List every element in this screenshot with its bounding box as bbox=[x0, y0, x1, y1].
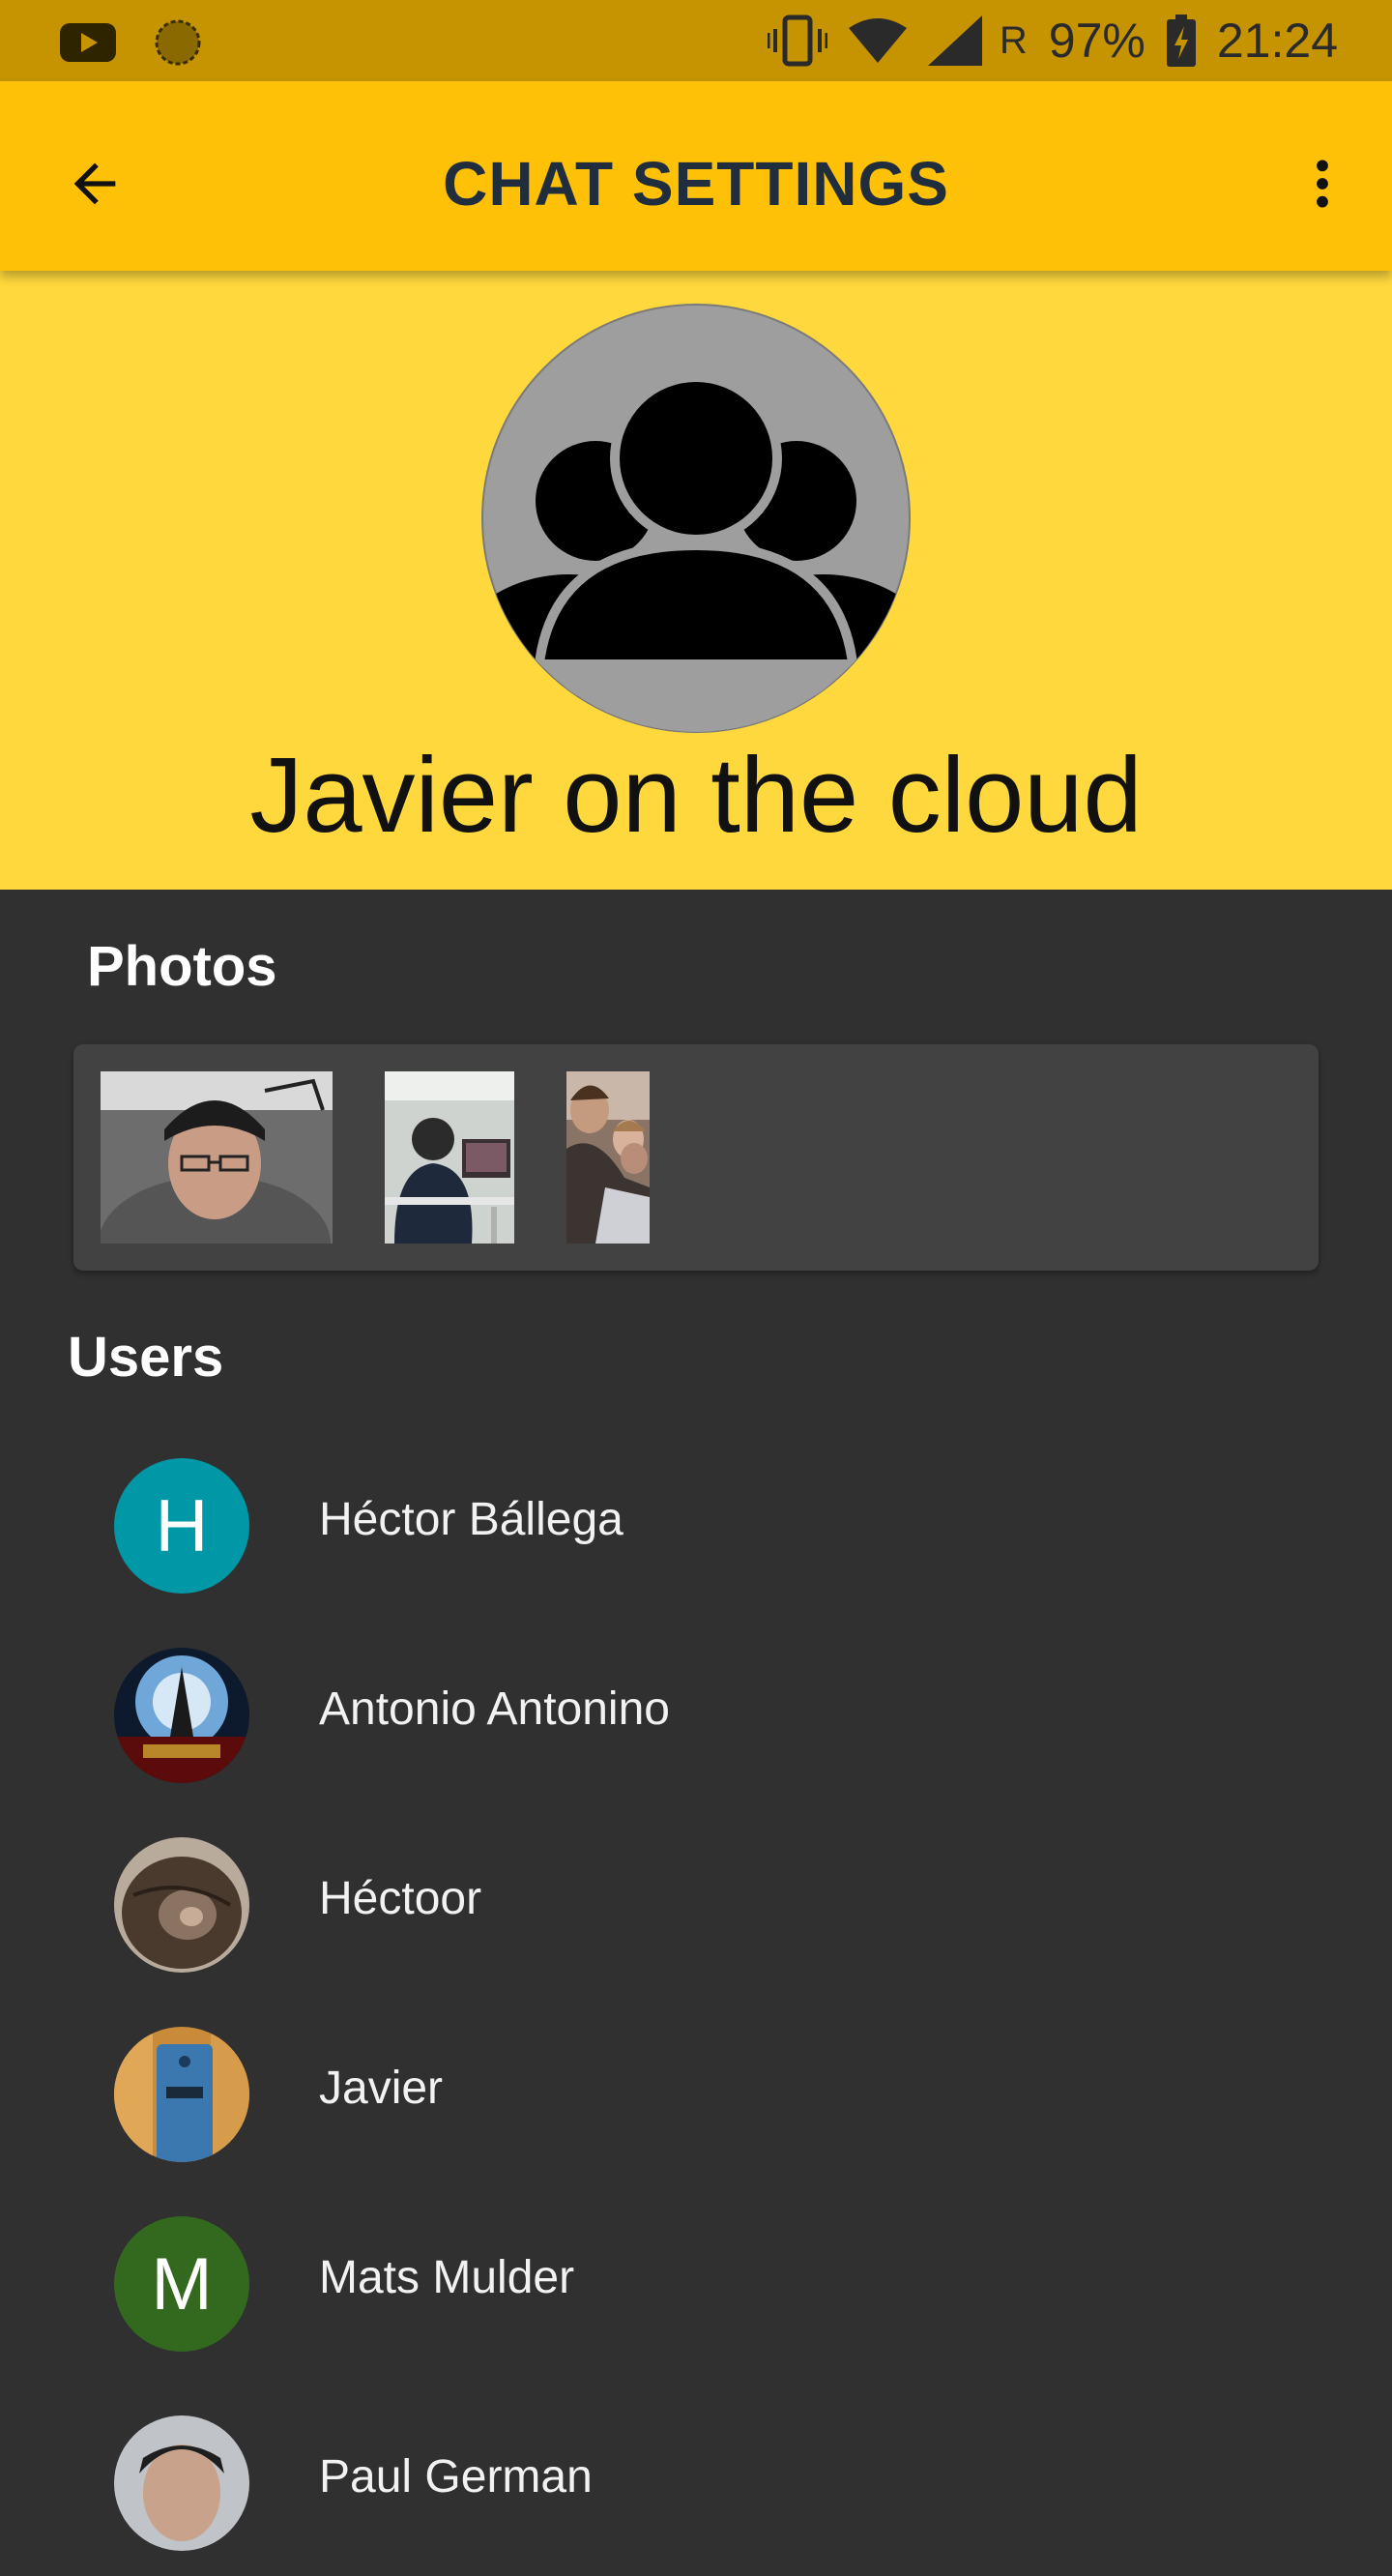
battery-charging-icon bbox=[1166, 15, 1196, 67]
user-list-item[interactable]: Héctoor bbox=[0, 1808, 1392, 1998]
page-title: CHAT SETTINGS bbox=[443, 149, 949, 219]
group-header: Javier on the cloud bbox=[0, 271, 1392, 890]
photo-thumbnail[interactable] bbox=[101, 1071, 333, 1244]
app-bar: CHAT SETTINGS bbox=[0, 81, 1392, 271]
avatar bbox=[114, 1837, 249, 1973]
group-icon bbox=[481, 304, 911, 733]
sync-icon bbox=[153, 17, 203, 73]
overflow-menu-button[interactable] bbox=[1276, 137, 1369, 230]
user-list-item[interactable]: H Héctor Bállega bbox=[0, 1429, 1392, 1619]
photo-thumbnail[interactable] bbox=[385, 1071, 514, 1244]
clock: 21:24 bbox=[1216, 14, 1338, 68]
avatar: M bbox=[114, 2216, 249, 2352]
more-vert-icon bbox=[1317, 160, 1328, 208]
network-type: R bbox=[999, 18, 1028, 62]
vibrate-icon bbox=[767, 14, 827, 68]
user-list-item[interactable]: Antonio Antonino bbox=[0, 1619, 1392, 1808]
user-name: Javier bbox=[319, 2063, 444, 2114]
user-name: Héctoor bbox=[319, 1873, 482, 1924]
group-avatar[interactable] bbox=[481, 304, 911, 733]
avatar bbox=[114, 2027, 249, 2162]
avatar bbox=[114, 2415, 249, 2551]
photos-panel bbox=[73, 1044, 1319, 1271]
youtube-icon bbox=[60, 21, 116, 69]
photo-thumbnail[interactable] bbox=[566, 1071, 650, 1244]
group-name[interactable]: Javier on the cloud bbox=[0, 733, 1392, 859]
battery-percent: 97% bbox=[1048, 14, 1146, 68]
users-section-title: Users bbox=[68, 1326, 224, 1389]
photos-section-title: Photos bbox=[87, 935, 277, 998]
status-bar: R 97% 21:24 bbox=[0, 0, 1392, 81]
avatar bbox=[114, 1648, 249, 1783]
avatar: H bbox=[114, 1458, 249, 1594]
signal-icon bbox=[927, 15, 982, 66]
wifi-icon bbox=[848, 16, 907, 65]
user-name: Antonio Antonino bbox=[319, 1683, 670, 1735]
user-list-item[interactable]: M Mats Mulder bbox=[0, 2187, 1392, 2377]
user-name: Mats Mulder bbox=[319, 2252, 575, 2303]
user-name: Héctor Bállega bbox=[319, 1494, 624, 1545]
user-list-item[interactable]: Javier bbox=[0, 1998, 1392, 2187]
user-name: Paul German bbox=[319, 2451, 593, 2503]
user-list-item[interactable]: Paul German bbox=[0, 2386, 1392, 2576]
